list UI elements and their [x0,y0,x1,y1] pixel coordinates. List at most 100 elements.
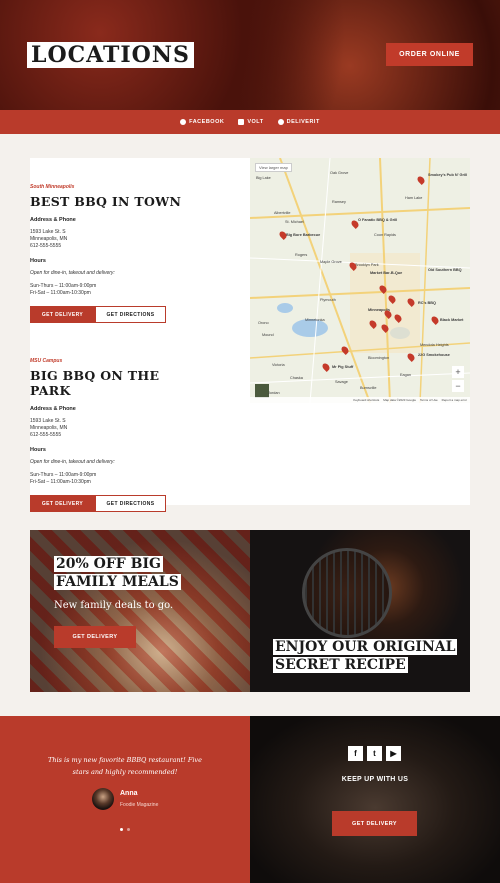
follow-heading: KEEP UP WITH US [341,776,409,783]
address-line: Minneapolis, MN [30,425,68,431]
location-card: MSU Campus BIG BBQ ON THE PARK Address &… [30,358,190,512]
map-place-label: Plymouth [320,298,336,302]
promo-subtitle: New family deals to go. [54,600,174,611]
map-place-label: St. Michael [285,220,304,224]
hours-line: Sun-Thurs – 11:00am-9:00pm [30,283,97,289]
get-delivery-button[interactable]: GET DELIVERY [30,306,95,323]
deliverit-icon [277,119,284,125]
location-title: BEST BBQ IN TOWN [30,194,182,209]
deliverit-label: DELIVERIT [286,119,320,125]
facebook-icon[interactable]: f [348,746,363,761]
address-line: 1593 Lake St. S [30,418,66,424]
map-place-label: Chaska [290,376,303,380]
zoom-out-button[interactable]: − [452,380,464,392]
map-place-label: Jordan [268,391,280,395]
hours-line: Sun-Thurs – 11:00am-9:00pm [30,472,97,478]
youtube-icon[interactable]: ▶ [386,746,401,761]
carousel-dot[interactable] [127,828,130,831]
promo-title: 20% OFF BIG FAMILY MEALS [54,555,181,591]
map-place-label: Ramsey [332,200,346,204]
facebook-label: FACEBOOK [189,119,225,125]
map-place-label: Mound [262,333,274,337]
map-place-label: O Fanatic BBQ & Grill [358,218,398,222]
facebook-icon [180,119,187,125]
hero-banner: LOCATIONS ORDER ONLINE [0,0,500,110]
map-data-credit: Map data ©2023 Google [383,398,416,402]
hours-heading: Hours [30,447,46,453]
order-online-button[interactable]: ORDER ONLINE [386,43,473,66]
promo-title-line: 20% OFF BIG [54,556,163,572]
keyboard-shortcuts-link[interactable]: Keyboard shortcuts [353,398,379,402]
promo-title-line: FAMILY MEALS [54,574,181,590]
map-place-label: 22G Smokehouse [418,353,450,357]
map-place-label: Smokey's Pub N' Grill [428,173,468,177]
volt-label: VOLT [247,119,264,125]
map-place-label: Burnsville [360,386,377,390]
volt-icon [238,119,245,125]
view-larger-map-link[interactable]: View larger map [255,163,292,172]
zoom-in-button[interactable]: + [452,366,464,378]
location-title: BIG BBQ ON THE PARK [30,368,160,398]
map-place-label: Market Bar-B-Que [370,271,403,275]
map-place-label: Oak Grove [330,171,349,175]
promo-title-line: SECRET RECIPE [273,657,408,673]
map-place-label: Albertville [274,211,291,215]
address-line: 1593 Lake St. S [30,229,66,235]
get-delivery-button[interactable]: GET DELIVERY [54,626,136,648]
follow-section: f t ▶ KEEP UP WITH US GET DELIVERY [250,716,500,883]
hours-line: Fri-Sat – 11:00am-10:30pm [30,290,91,296]
get-directions-button[interactable]: GET DIRECTIONS [95,306,166,323]
location-kicker: South Minneapolis [30,184,75,190]
twitter-icon[interactable]: t [367,746,382,761]
locations-map[interactable]: View larger map Oak Grove Smokey's Pub N… [250,158,470,403]
social-bar: FACEBOOK VOLT DELIVERIT [0,110,500,134]
terms-link[interactable]: Terms of Use [420,398,438,402]
address-heading: Address & Phone [30,406,76,412]
phone[interactable]: 612-555-5555 [30,243,190,250]
testimonial-quote: This is my new favorite BBBQ restaurant!… [48,756,202,776]
map-place-label: Bloomington [368,356,390,360]
phone[interactable]: 612-555-5555 [30,432,190,439]
address: 1593 Lake St. S Minneapolis, MN 612-555-… [30,229,190,250]
facebook-link[interactable]: FACEBOOK [180,119,224,125]
hours-note: Open for dine-in, takeout and delivery: [30,459,115,465]
secret-recipe-promo: ENJOY OUR ORIGINAL SECRET RECIPE [250,530,470,692]
carousel-dot[interactable] [120,828,123,831]
map-place-label: Mendota Heights [420,343,449,347]
hours: Sun-Thurs – 11:00am-9:00pm Fri-Sat – 11:… [30,283,190,297]
deliverit-link[interactable]: DELIVERIT [277,119,320,125]
map-place-label: Big Lake [256,176,271,180]
avatar [92,788,114,810]
hours-heading: Hours [30,258,46,264]
map-place-label: Rogers [295,253,308,257]
map-place-label: Coon Rapids [374,233,396,237]
testimonial-section: This is my new favorite BBBQ restaurant!… [0,716,250,883]
volt-link[interactable]: VOLT [238,119,263,125]
promo-title: ENJOY OUR ORIGINAL SECRET RECIPE [273,638,458,674]
map-place-label: Black Market [440,318,464,322]
testimonial-author: Anna [120,790,138,797]
map-place-label: Big Bore Barbecue [286,233,321,237]
map-place-label: Orono [258,321,269,325]
address: 1593 Lake St. S Minneapolis, MN 612-555-… [30,418,190,439]
get-delivery-button[interactable]: GET DELIVERY [30,495,95,512]
map-place-label: Minnetonka [305,318,325,322]
address-line: Minneapolis, MN [30,236,68,242]
location-kicker: MSU Campus [30,358,63,364]
family-meals-promo: 20% OFF BIG FAMILY MEALS New family deal… [30,530,250,692]
map-place-label: Brooklyn Park [355,263,379,267]
get-delivery-button[interactable]: GET DELIVERY [332,811,417,836]
address-heading: Address & Phone [30,217,76,223]
promo-title-line: ENJOY OUR ORIGINAL [273,639,458,655]
testimonial-org: Foodie Magazine [120,802,159,808]
map-place-label: Eagan [400,373,411,377]
map-place-label: Maple Grove [320,260,342,264]
map-place-label: Savage [335,380,348,384]
hours-note: Open for dine-in, takeout and delivery: [30,270,115,276]
get-directions-button[interactable]: GET DIRECTIONS [95,495,166,512]
page-title: LOCATIONS [27,42,194,68]
grill-image [302,548,392,638]
map-place-label: Mr Pig Stuff [332,365,354,369]
map-place-label: RC's BBQ [418,301,436,305]
report-error-link[interactable]: Report a map error [442,398,467,402]
